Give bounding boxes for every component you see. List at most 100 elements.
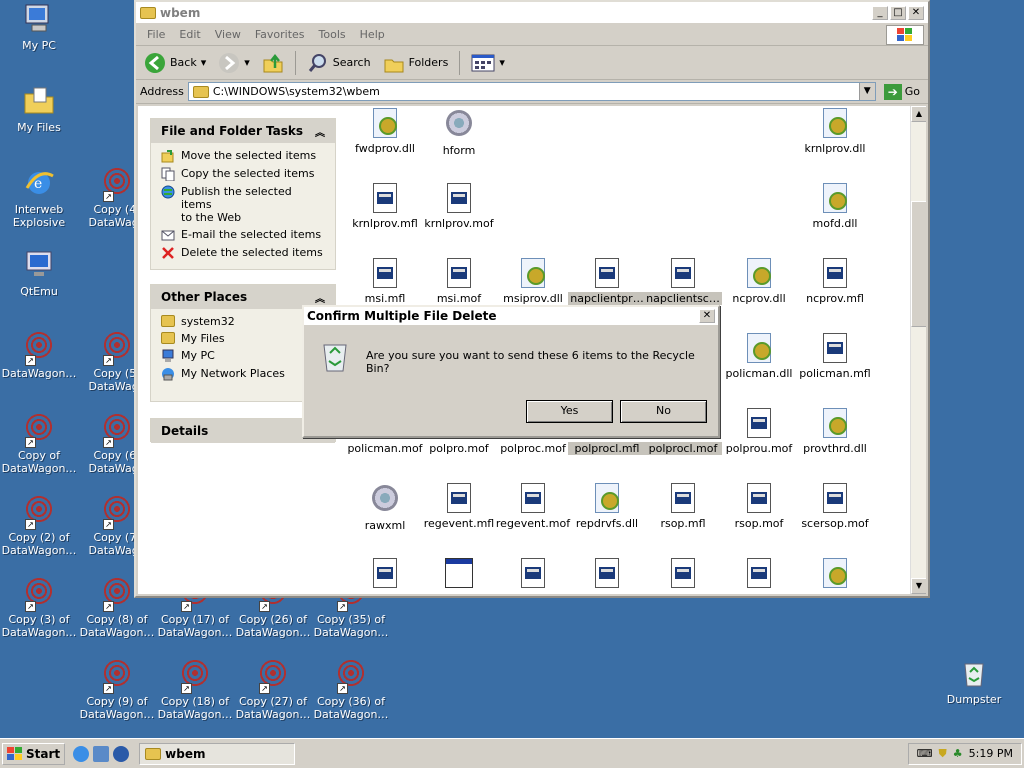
file-item[interactable]: krnlprov.mfl (346, 183, 424, 230)
address-input[interactable]: C:\WINDOWS\system32\wbem ▼ (187, 82, 876, 101)
keyboard-icon[interactable]: ⌨ (917, 747, 933, 760)
desktop-icon-qtemu[interactable]: QtEmu (0, 248, 78, 298)
desktop-icon-copy-9[interactable]: ↗ Copy (9) of DataWagon… (78, 658, 156, 721)
window-titlebar[interactable]: wbem _ □ ✕ (136, 2, 928, 24)
desktop-icon-dumpster[interactable]: Dumpster (935, 656, 1013, 706)
task-email[interactable]: E-mail the selected items (161, 228, 325, 242)
desktop-icon-interweb-explosive[interactable]: e Interweb Explosive (0, 166, 78, 229)
menu-bar: File Edit View Favorites Tools Help (136, 24, 928, 46)
file-item[interactable]: mofd.dll (796, 183, 874, 230)
maximize-button[interactable]: □ (890, 5, 906, 20)
scroll-thumb[interactable] (911, 201, 926, 327)
go-button[interactable]: ➔ Go (880, 83, 924, 100)
show-desktop-icon[interactable] (93, 745, 110, 762)
mfl-file-icon (745, 408, 773, 438)
desktop-icon-copy-of[interactable]: ↗ Copy of DataWagon… (0, 412, 78, 475)
file-item[interactable]: fwdprov.dll (346, 108, 424, 155)
forward-button[interactable]: ▾ (214, 50, 254, 76)
file-item[interactable]: scm.mof (346, 558, 424, 594)
task-publish[interactable]: Publish the selected items to the Web (161, 185, 325, 224)
task-move[interactable]: Move the selected items (161, 149, 325, 163)
file-item[interactable]: repdrvfs.dll (568, 483, 646, 530)
file-item[interactable]: napclientpr… (568, 258, 646, 305)
place-network[interactable]: My Network Places (161, 367, 325, 381)
desktop-icon-datawagon[interactable]: ↗ DataWagon… (0, 330, 78, 380)
desktop-icon-my-files[interactable]: My Files (0, 84, 78, 134)
dll-file-icon (821, 183, 849, 213)
yes-button[interactable]: Yes (526, 400, 613, 423)
file-item[interactable]: napclientsc… (644, 258, 722, 305)
network-icon[interactable]: ♣ (953, 747, 963, 760)
internet-explorer-icon[interactable] (73, 745, 90, 762)
task-copy[interactable]: Copy the selected items (161, 167, 325, 181)
search-button[interactable]: Search (303, 50, 375, 76)
file-name: krnlprov.mfl (352, 217, 418, 230)
up-folder-button[interactable] (258, 50, 288, 76)
taskbar-item-wbem[interactable]: wbem (139, 742, 296, 765)
file-item[interactable]: policman.mfl (796, 333, 874, 380)
minimize-button[interactable]: _ (872, 5, 888, 20)
file-item[interactable]: ncprov.dll (720, 258, 798, 305)
desktop-icon-copy-27[interactable]: ↗ Copy (27) of DataWagon… (234, 658, 312, 721)
vertical-scrollbar[interactable]: ▲ ▼ (910, 106, 926, 594)
desktop-icon-copy-3[interactable]: ↗ Copy (3) of DataWagon… (0, 576, 78, 639)
file-item[interactable]: krnlprov.dll (796, 108, 874, 155)
menu-help[interactable]: Help (353, 28, 392, 41)
dialog-close-button[interactable]: ✕ (699, 309, 715, 323)
start-button[interactable]: Start (2, 742, 66, 765)
file-item[interactable]: secrcw32.mfl (644, 558, 722, 594)
desktop-icon-copy-2[interactable]: ↗ Copy (2) of DataWagon… (0, 494, 78, 557)
file-item[interactable]: scersop.mof (796, 483, 874, 530)
copy-icon (161, 167, 175, 181)
no-button[interactable]: No (620, 400, 707, 423)
folders-button[interactable]: Folders (379, 50, 453, 76)
file-name: rsop.mof (734, 517, 784, 530)
file-item[interactable]: rsop.mfl (644, 483, 722, 530)
file-item[interactable]: msi.mfl (346, 258, 424, 305)
views-button[interactable]: ▾ (467, 51, 509, 75)
file-name: polprocl.mfl (568, 442, 646, 455)
file-item[interactable]: regevent.mof (494, 483, 572, 530)
file-item[interactable]: msiprov.dll (494, 258, 572, 305)
menu-favorites[interactable]: Favorites (248, 28, 312, 41)
address-dropdown-button[interactable]: ▼ (858, 83, 875, 100)
place-my-files[interactable]: My Files (161, 332, 325, 345)
media-player-icon[interactable] (113, 745, 130, 762)
menu-edit[interactable]: Edit (172, 28, 207, 41)
file-item[interactable]: scrcons (420, 558, 498, 594)
desktop-icon-my-pc[interactable]: My PC (0, 2, 78, 52)
back-button[interactable]: Back ▾ (140, 50, 210, 76)
file-item[interactable]: smtpcons.dll (796, 558, 874, 594)
file-item[interactable]: policman.dll (720, 333, 798, 380)
place-system32[interactable]: system32 (161, 315, 325, 328)
file-item[interactable]: ncprov.mfl (796, 258, 874, 305)
task-delete[interactable]: Delete the selected items (161, 246, 325, 260)
file-item[interactable]: secrcw32.mof (720, 558, 798, 594)
place-my-pc[interactable]: My PC (161, 349, 325, 363)
hform-file-icon (371, 485, 399, 515)
menu-tools[interactable]: Tools (312, 28, 353, 41)
menu-file[interactable]: File (140, 28, 172, 41)
close-button[interactable]: ✕ (908, 5, 924, 20)
file-item[interactable]: krnlprov.mof (420, 183, 498, 230)
file-item[interactable]: rsop.mof (720, 483, 798, 530)
menu-view[interactable]: View (208, 28, 248, 41)
collapse-chevron-icon[interactable]: ︽ (315, 290, 325, 305)
file-item[interactable]: hform (420, 108, 498, 157)
file-item[interactable]: rawxml (346, 483, 424, 532)
file-item[interactable]: msi.mof (420, 258, 498, 305)
file-item[interactable]: polprou.mof (720, 408, 798, 455)
collapse-chevron-icon[interactable]: ︽ (315, 124, 325, 139)
file-item[interactable]: scrcons.mof (568, 558, 646, 594)
shield-icon[interactable]: ⛊ (939, 747, 947, 761)
file-item[interactable]: scrcons.mfl (494, 558, 572, 594)
file-item[interactable]: regevent.mfl (420, 483, 498, 530)
file-item[interactable]: provthrd.dll (796, 408, 874, 455)
scroll-down-button[interactable]: ▼ (911, 578, 926, 594)
desktop-icon-copy-18[interactable]: ↗ Copy (18) of DataWagon… (156, 658, 234, 721)
desktop-icon-copy-36[interactable]: ↗ Copy (36) of DataWagon… (312, 658, 390, 721)
dialog-titlebar[interactable]: Confirm Multiple File Delete ✕ (304, 307, 718, 325)
scroll-up-button[interactable]: ▲ (911, 106, 926, 122)
file-folder-tasks-header[interactable]: File and Folder Tasks ︽ (151, 119, 335, 143)
file-folder-tasks-panel: File and Folder Tasks ︽ Move the selecte… (150, 118, 336, 270)
